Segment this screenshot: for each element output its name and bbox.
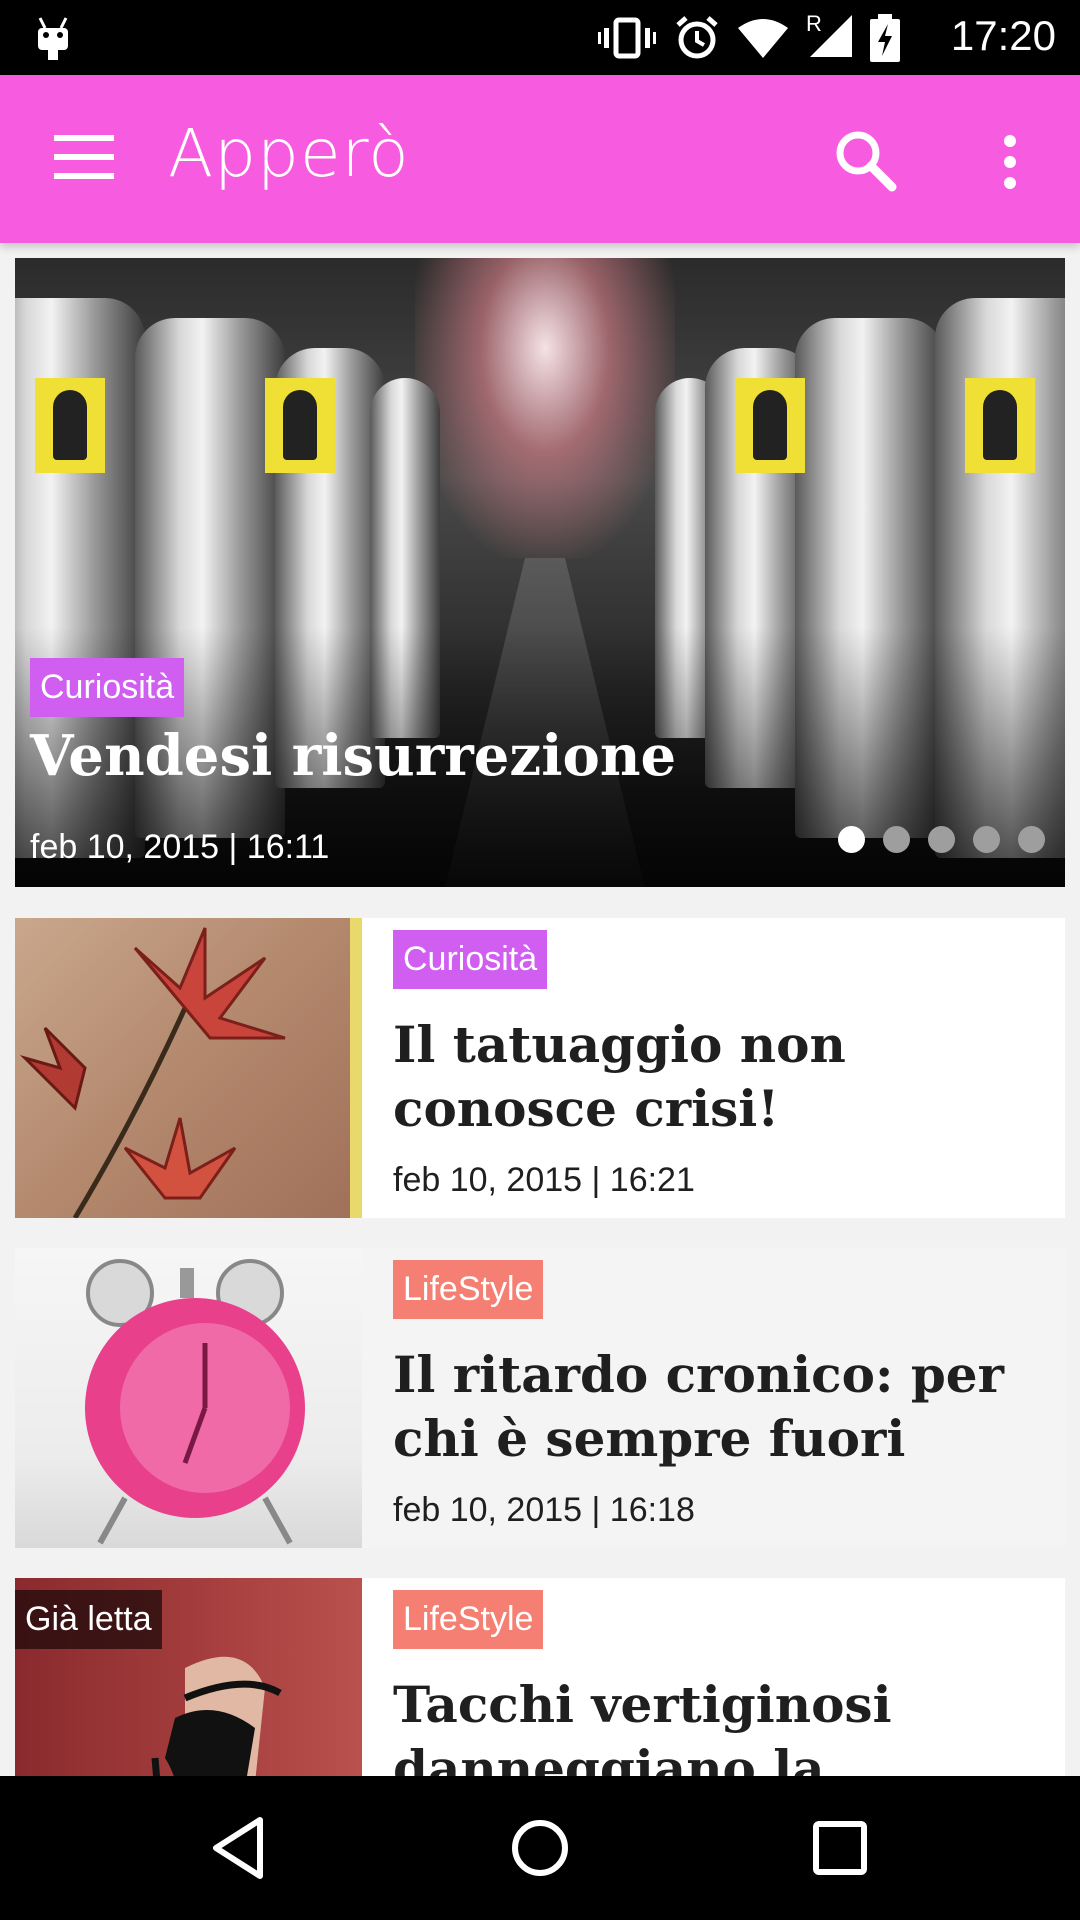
android-notification-icon bbox=[38, 17, 68, 60]
featured-title: Vendesi risurrezione bbox=[30, 723, 677, 789]
article-thumbnail bbox=[15, 918, 362, 1218]
article-category-tag[interactable]: Curiosità bbox=[393, 930, 548, 989]
more-vert-icon-dot bbox=[1004, 156, 1016, 168]
menu-button[interactable] bbox=[54, 135, 114, 183]
navigation-bar bbox=[0, 1776, 1080, 1920]
cell-signal: R bbox=[806, 11, 852, 62]
article-card[interactable]: LifeStyle Il ritardo cronico: per chi è … bbox=[15, 1248, 1065, 1548]
article-thumbnail: Già letta bbox=[15, 1578, 362, 1776]
roaming-label: R bbox=[806, 10, 822, 36]
home-icon[interactable] bbox=[504, 1812, 576, 1884]
clock: 17:20 bbox=[950, 12, 1056, 59]
article-date: feb 10, 2015 | 16:18 bbox=[393, 1491, 695, 1529]
article-card[interactable]: Già letta LifeStyle Tacchi vertiginosi d… bbox=[15, 1578, 1065, 1776]
article-thumbnail bbox=[15, 1248, 362, 1548]
carousel-dot-5[interactable] bbox=[1018, 826, 1045, 853]
more-vert-icon-dot bbox=[1004, 135, 1016, 147]
article-card[interactable]: Curiosità Il tatuaggio non conosce crisi… bbox=[15, 918, 1065, 1218]
app-bar: Apperò bbox=[0, 75, 1080, 243]
wifi-icon bbox=[738, 19, 788, 58]
article-category-tag[interactable]: LifeStyle bbox=[393, 1590, 544, 1649]
article-title: Il tatuaggio non conosce crisi! bbox=[393, 1015, 846, 1138]
featured-date: feb 10, 2015 | 16:11 bbox=[30, 828, 330, 866]
featured-category-tag[interactable]: Curiosità bbox=[30, 658, 185, 717]
status-bar: R 17:20 bbox=[0, 0, 1080, 75]
more-vert-icon-dot bbox=[1004, 177, 1016, 189]
app-title: Apperò bbox=[168, 115, 410, 192]
carousel-dot-3[interactable] bbox=[928, 826, 955, 853]
carousel-dot-1[interactable] bbox=[838, 826, 865, 853]
article-feed[interactable]: Curiosità Vendesi risurrezione feb 10, 2… bbox=[0, 243, 1080, 1776]
recents-icon[interactable] bbox=[804, 1812, 876, 1884]
article-category-tag[interactable]: LifeStyle bbox=[393, 1260, 544, 1319]
article-title: Tacchi vertiginosi danneggiano la bbox=[393, 1675, 892, 1776]
article-title: Il ritardo cronico: per chi è sempre fuo… bbox=[393, 1345, 1004, 1468]
carousel-dot-2[interactable] bbox=[883, 826, 910, 853]
read-badge: Già letta bbox=[15, 1590, 162, 1649]
search-icon[interactable] bbox=[830, 125, 900, 195]
vibrate-icon bbox=[598, 17, 656, 59]
hamburger-icon-line bbox=[54, 173, 114, 179]
alarm-icon bbox=[676, 16, 718, 59]
featured-article-card[interactable]: Curiosità Vendesi risurrezione feb 10, 2… bbox=[15, 258, 1065, 887]
carousel-dot-4[interactable] bbox=[973, 826, 1000, 853]
back-icon[interactable] bbox=[204, 1812, 276, 1884]
hamburger-icon-line bbox=[54, 135, 114, 141]
overflow-menu-button[interactable] bbox=[990, 125, 1030, 195]
hamburger-icon-line bbox=[54, 154, 114, 160]
battery-charging-icon bbox=[870, 14, 900, 62]
carousel-indicator[interactable] bbox=[838, 826, 1045, 853]
article-date: feb 10, 2015 | 16:21 bbox=[393, 1161, 695, 1199]
